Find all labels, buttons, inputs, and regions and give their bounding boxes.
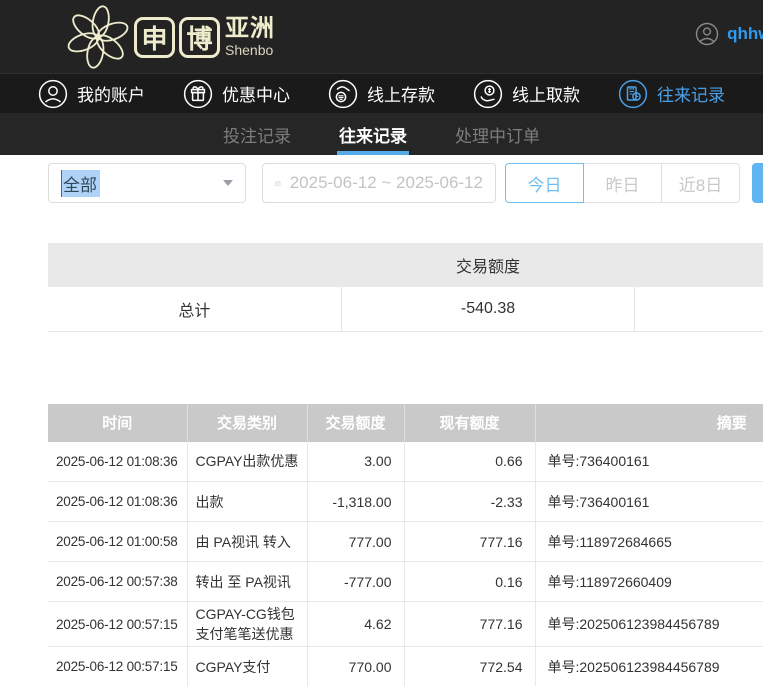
nav-item-my-account[interactable]: 我的账户 [38, 79, 145, 109]
quick-date-buttons: 今日 昨日 近8日 [505, 163, 740, 203]
main-nav: 我的账户 优惠中心 线上存款 线上取款 [0, 73, 763, 113]
summary-total-value: -540.38 [341, 287, 634, 331]
table-cell: 2025-06-12 00:57:38 [48, 562, 187, 602]
deposit-icon [328, 79, 358, 109]
table-cell: 由 PA视讯 转入 [187, 522, 307, 562]
column-header-time: 时间 [48, 404, 187, 442]
table-cell: 单号:202506123984456789 [535, 602, 763, 647]
table-cell: 单号:118972684665 [535, 522, 763, 562]
nav-label: 我的账户 [77, 81, 145, 106]
tab-bar: 投注记录 往来记录 处理中订单 [0, 113, 763, 155]
table-cell: 转出 至 PA视讯 [187, 562, 307, 602]
table-cell: CGPAY-CG钱包支付笔笔送优惠 [187, 602, 307, 647]
username-text[interactable]: qhhw2 [727, 24, 763, 44]
summary-table: 交易额度 总计 -540.38 [48, 243, 763, 332]
column-header-type: 交易类别 [187, 404, 307, 442]
summary-empty-cell [635, 287, 763, 331]
table-cell: CGPAY出款优惠 [187, 442, 307, 482]
nav-label: 线上取款 [512, 81, 580, 106]
table-cell: 0.66 [404, 442, 535, 482]
last-8-days-button[interactable]: 近8日 [661, 163, 740, 203]
nav-item-withdraw[interactable]: 线上取款 [473, 79, 580, 109]
table-cell: 4.62 [307, 602, 404, 647]
nav-label: 优惠中心 [222, 81, 290, 106]
table-cell: 2025-06-12 01:08:36 [48, 442, 187, 482]
transactions-table: 时间 交易类别 交易额度 现有额度 摘要 2025-06-12 01:08:36… [48, 404, 763, 686]
nav-label: 往来记录 [657, 81, 725, 106]
table-cell: 770.00 [307, 647, 404, 686]
brand-subtitle: Shenbo [225, 43, 275, 57]
tab-pending-orders[interactable]: 处理中订单 [453, 113, 542, 155]
transactions-body: 2025-06-12 01:08:36CGPAY出款优惠3.000.66单号:7… [48, 442, 763, 686]
type-select-dropdown[interactable]: 全部 [48, 163, 246, 203]
top-header: 申 博 亚洲 Shenbo qhhw2 [0, 0, 763, 73]
table-cell: -2.33 [404, 482, 535, 522]
calendar-icon [275, 174, 281, 193]
withdraw-icon [473, 79, 503, 109]
type-select-value: 全部 [61, 170, 100, 197]
summary-header-row: 交易额度 [48, 243, 763, 287]
date-range-value: 2025-06-12 ~ 2025-06-12 [290, 173, 483, 193]
user-avatar-icon [695, 22, 719, 46]
table-cell: 2025-06-12 00:57:15 [48, 647, 187, 686]
yesterday-button[interactable]: 昨日 [583, 163, 662, 203]
record-icon [618, 79, 648, 109]
table-cell: 0.16 [404, 562, 535, 602]
table-row: 2025-06-12 00:57:38转出 至 PA视讯-777.000.16单… [48, 562, 763, 602]
table-cell: 772.54 [404, 647, 535, 686]
table-cell: 3.00 [307, 442, 404, 482]
table-cell: -777.00 [307, 562, 404, 602]
nav-item-transaction-record[interactable]: 往来记录 [618, 79, 725, 109]
table-cell: 2025-06-12 00:57:15 [48, 602, 187, 647]
nav-item-promotions[interactable]: 优惠中心 [183, 79, 290, 109]
summary-total-label: 总计 [48, 287, 341, 331]
content-area: 全部 2025-06-12 ~ 2025-06-12 今日 昨日 近8日 交易额… [0, 163, 763, 686]
nav-item-deposit[interactable]: 线上存款 [328, 79, 435, 109]
table-cell: 出款 [187, 482, 307, 522]
table-cell: 777.16 [404, 522, 535, 562]
flower-logo-icon [66, 5, 130, 69]
column-header-summary: 摘要 [535, 404, 763, 442]
date-range-picker[interactable]: 2025-06-12 ~ 2025-06-12 [262, 163, 496, 203]
table-cell: 2025-06-12 01:08:36 [48, 482, 187, 522]
table-row: 2025-06-12 00:57:15CGPAY-CG钱包支付笔笔送优惠4.62… [48, 602, 763, 647]
table-cell: -1,318.00 [307, 482, 404, 522]
brand-char-2: 博 [179, 17, 220, 58]
table-cell: 2025-06-12 01:00:58 [48, 522, 187, 562]
chevron-down-icon [223, 180, 233, 186]
brand-region: 亚洲 [225, 17, 275, 41]
search-button[interactable] [752, 163, 763, 203]
table-cell: 777.00 [307, 522, 404, 562]
table-row: 2025-06-12 00:57:15CGPAY支付770.00772.54单号… [48, 647, 763, 686]
transactions-header-row: 时间 交易类别 交易额度 现有额度 摘要 [48, 404, 763, 442]
table-cell: CGPAY支付 [187, 647, 307, 686]
table-cell: 单号:736400161 [535, 482, 763, 522]
brand-logo[interactable]: 申 博 亚洲 Shenbo [66, 5, 275, 69]
nav-label: 线上存款 [367, 81, 435, 106]
tab-transaction-record[interactable]: 往来记录 [337, 113, 409, 155]
table-cell: 单号:118972660409 [535, 562, 763, 602]
table-row: 2025-06-12 01:08:36CGPAY出款优惠3.000.66单号:7… [48, 442, 763, 482]
summary-total-row: 总计 -540.38 [48, 287, 763, 331]
table-row: 2025-06-12 01:08:36出款-1,318.00-2.33单号:73… [48, 482, 763, 522]
table-cell: 777.16 [404, 602, 535, 647]
filter-row: 全部 2025-06-12 ~ 2025-06-12 今日 昨日 近8日 [48, 163, 763, 203]
table-row: 2025-06-12 01:00:58由 PA视讯 转入777.00777.16… [48, 522, 763, 562]
column-header-balance: 现有额度 [404, 404, 535, 442]
summary-header-cell: 交易额度 [48, 243, 763, 287]
gift-icon [183, 79, 213, 109]
today-button[interactable]: 今日 [505, 163, 584, 203]
user-account[interactable]: qhhw2 [695, 22, 763, 46]
column-header-amount: 交易额度 [307, 404, 404, 442]
brand-char-1: 申 [134, 17, 175, 58]
tab-betting-record[interactable]: 投注记录 [221, 113, 293, 155]
table-cell: 单号:202506123984456789 [535, 647, 763, 686]
table-cell: 单号:736400161 [535, 442, 763, 482]
user-circle-icon [38, 79, 68, 109]
